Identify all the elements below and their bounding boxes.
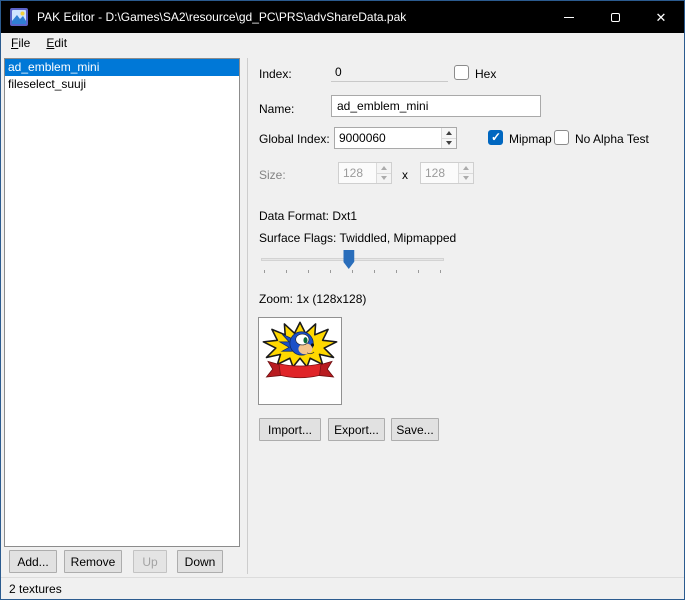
- mip-slider-thumb[interactable]: [343, 250, 354, 269]
- window-title: PAK Editor - D:\Games\SA2\resource\gd_PC…: [37, 10, 406, 24]
- title-bar[interactable]: PAK Editor - D:\Games\SA2\resource\gd_PC…: [1, 1, 684, 33]
- texture-list[interactable]: ad_emblem_minifileselect_suuji: [4, 58, 240, 547]
- texture-preview-image: [261, 320, 339, 384]
- spin-up-icon: [446, 131, 452, 135]
- mip-slider-ticks: [264, 270, 441, 273]
- size-width-spin-down-button: [377, 173, 391, 184]
- size-width-updown: [338, 162, 392, 184]
- size-separator-label: x: [402, 168, 408, 182]
- spin-down-icon: [381, 176, 387, 180]
- spin-up-icon: [381, 166, 387, 170]
- spin-down-icon: [446, 141, 452, 145]
- global-index-label: Global Index:: [259, 132, 330, 146]
- up-button: Up: [133, 550, 167, 573]
- pak-editor-window: PAK Editor - D:\Games\SA2\resource\gd_PC…: [0, 0, 685, 600]
- panel-splitter: [247, 58, 248, 574]
- save-button[interactable]: Save...: [391, 418, 439, 441]
- size-label: Size:: [259, 168, 286, 182]
- menu-edit[interactable]: Edit: [38, 33, 75, 55]
- status-bar: 2 textures: [1, 577, 684, 600]
- name-input[interactable]: [331, 95, 541, 117]
- spin-down-icon: [463, 176, 469, 180]
- down-button[interactable]: Down: [177, 550, 223, 573]
- minimize-icon: [564, 17, 574, 18]
- mipmap-checkbox[interactable]: [488, 130, 503, 145]
- spin-up-icon: [463, 166, 469, 170]
- export-button[interactable]: Export...: [328, 418, 385, 441]
- size-height-updown: [420, 162, 474, 184]
- global-index-input[interactable]: [335, 128, 441, 148]
- size-width-spin-up-button: [377, 163, 391, 173]
- mip-slider[interactable]: [259, 247, 446, 275]
- texture-preview-box: [258, 317, 342, 405]
- global-index-spin-down-button[interactable]: [442, 138, 456, 149]
- maximize-button[interactable]: [592, 1, 638, 33]
- zoom-label: Zoom: 1x (128x128): [259, 292, 366, 306]
- app-icon: [10, 8, 28, 26]
- surface-flags-label: Surface Flags: Twiddled, Mipmapped: [259, 231, 456, 245]
- texture-list-item[interactable]: fileselect_suuji: [5, 76, 239, 93]
- import-button[interactable]: Import...: [259, 418, 321, 441]
- global-index-spin-up-button[interactable]: [442, 128, 456, 138]
- texture-list-item[interactable]: ad_emblem_mini: [5, 59, 239, 76]
- menu-file[interactable]: File: [3, 33, 38, 55]
- global-index-updown: [334, 127, 457, 149]
- size-height-spin-up-button: [459, 163, 473, 173]
- name-label: Name:: [259, 102, 294, 116]
- data-format-label: Data Format: Dxt1: [259, 209, 357, 223]
- close-button[interactable]: ✕: [638, 1, 684, 33]
- menu-bar: File Edit: [1, 33, 684, 55]
- close-icon: ✕: [656, 11, 667, 24]
- size-height-input: [421, 163, 458, 183]
- index-label: Index:: [259, 67, 292, 81]
- mipmap-label: Mipmap: [509, 132, 552, 146]
- add-button[interactable]: Add...: [9, 550, 57, 573]
- hex-checkbox[interactable]: [454, 65, 469, 80]
- no-alpha-test-checkbox[interactable]: [554, 130, 569, 145]
- remove-button[interactable]: Remove: [64, 550, 122, 573]
- minimize-button[interactable]: [546, 1, 592, 33]
- status-text: 2 textures: [9, 582, 62, 596]
- index-input[interactable]: [331, 62, 448, 82]
- no-alpha-test-label: No Alpha Test: [575, 132, 649, 146]
- size-width-input: [339, 163, 376, 183]
- hex-label: Hex: [475, 67, 496, 81]
- maximize-icon: [611, 13, 620, 22]
- size-height-spin-down-button: [459, 173, 473, 184]
